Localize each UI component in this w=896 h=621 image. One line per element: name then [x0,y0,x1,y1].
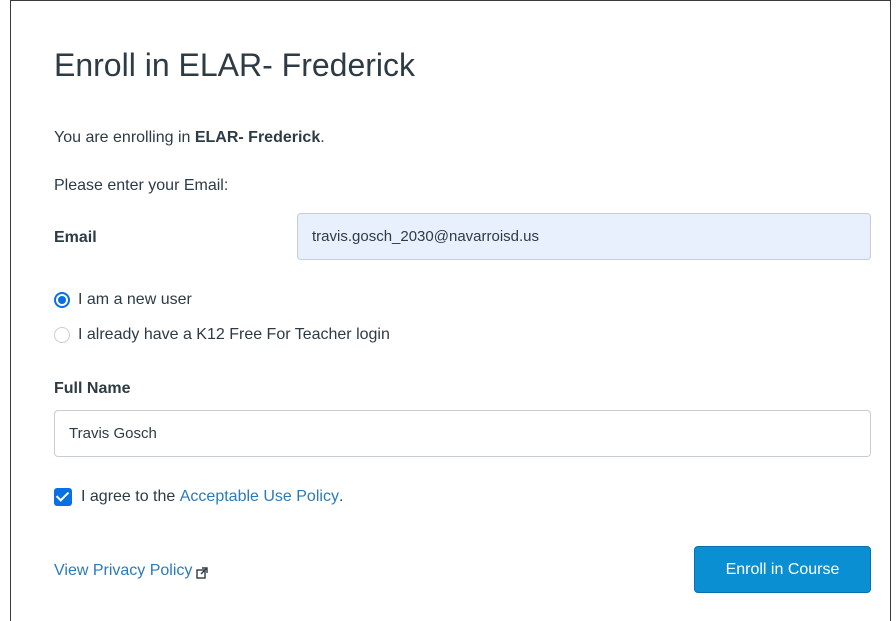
privacy-policy-row: View Privacy Policy [54,560,209,582]
acceptable-use-policy-link[interactable]: Acceptable Use Policy [180,486,339,508]
page-title: Enroll in ELAR- Frederick [54,47,415,83]
radio-existing-login[interactable]: I already have a K12 Free For Teacher lo… [54,324,390,346]
radio-selected-icon[interactable] [54,292,70,308]
enroll-in-course-button[interactable]: Enroll in Course [694,546,871,593]
email-prompt: Please enter your Email: [54,177,229,194]
full-name-label: Full Name [54,380,131,397]
agreement-prefix: I agree to the [81,488,176,505]
radio-existing-login-label: I already have a K12 Free For Teacher lo… [78,326,390,343]
radio-new-user-label: I am a new user [78,291,192,308]
privacy-policy-link[interactable]: View Privacy Policy [54,560,192,582]
radio-new-user[interactable]: I am a new user [54,289,192,311]
full-name-field[interactable] [54,410,871,457]
radio-unselected-icon[interactable] [54,327,70,343]
agree-checkbox[interactable] [54,488,72,506]
email-label: Email [54,229,97,246]
intro-prefix: You are enrolling in [54,129,195,146]
course-name: ELAR- Frederick [194,129,321,146]
enroll-dialog: Enroll in ELAR- Frederick You are enroll… [10,0,891,621]
agreement-suffix: . [338,488,344,505]
external-link-icon [196,566,209,579]
email-field[interactable] [297,213,871,260]
enroll-intro: You are enrolling in ELAR- Frederick. [54,127,325,149]
agreement-row: I agree to the Acceptable Use Policy. [54,486,343,508]
intro-suffix: . [320,129,325,146]
